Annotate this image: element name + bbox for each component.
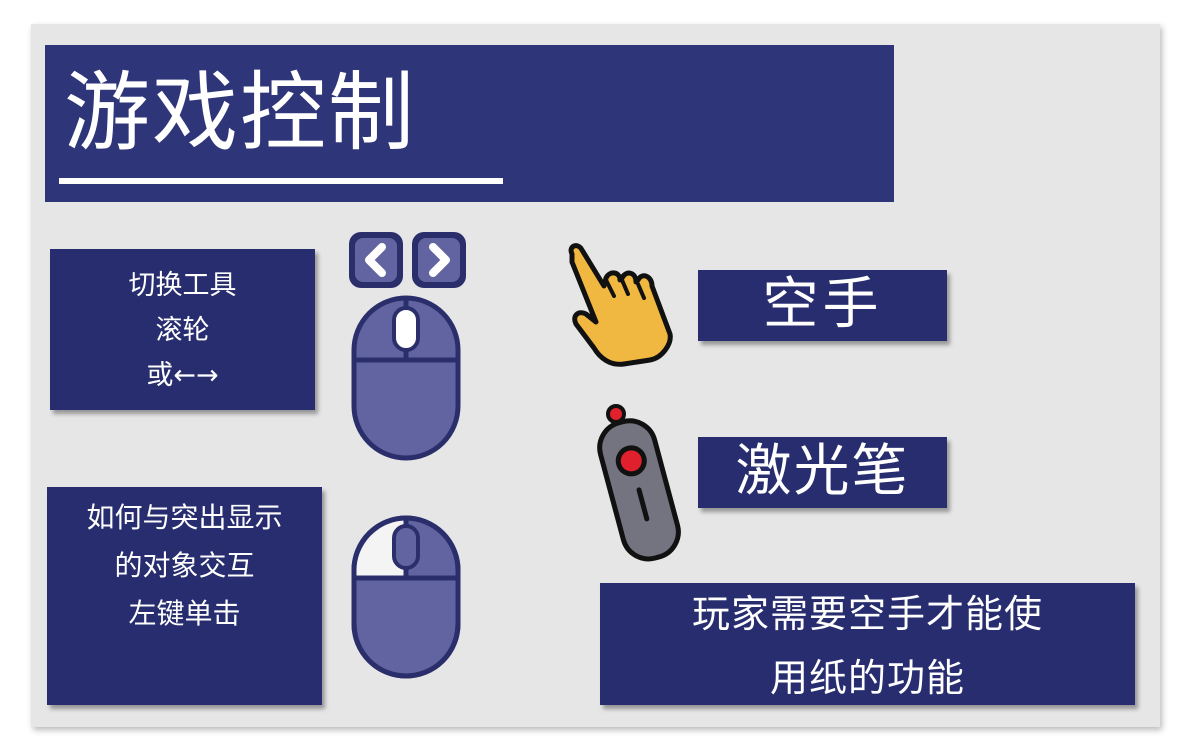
- interact-label-line2: 的对象交互: [114, 549, 255, 582]
- scroll-wheel-label: 滚轮: [155, 315, 210, 346]
- laser-pointer-panel: 激光笔: [698, 437, 947, 508]
- page-title: 游戏控制: [64, 63, 416, 163]
- note-line1: 玩家需要空手才能使: [691, 592, 1043, 636]
- arrow-keys-label: 或←→: [146, 360, 219, 391]
- laser-pointer-label: 激光笔: [735, 439, 910, 504]
- empty-hand-label: 空手: [762, 272, 883, 337]
- switch-tool-panel: 切换工具 滚轮 或←→: [50, 249, 315, 410]
- arrow-right-key-icon: [412, 232, 466, 288]
- laser-pointer-icon: [597, 404, 681, 562]
- note-line2: 用纸的功能: [769, 656, 965, 700]
- pointing-hand-icon: [568, 243, 673, 367]
- interact-panel: 如何与突出显示 的对象交互 左键单击: [47, 487, 322, 705]
- left-click-label: 左键单击: [128, 597, 241, 630]
- empty-hand-panel: 空手: [698, 270, 947, 341]
- switch-tool-label: 切换工具: [128, 270, 237, 301]
- mouse-scroll-icon: [351, 295, 461, 461]
- note-panel: 玩家需要空手才能使 用纸的功能: [600, 583, 1135, 705]
- interact-label-line1: 如何与突出显示: [86, 501, 283, 534]
- arrow-left-key-icon: [349, 232, 403, 288]
- title-underline: [59, 178, 503, 184]
- mouse-left-click-icon: [351, 515, 461, 679]
